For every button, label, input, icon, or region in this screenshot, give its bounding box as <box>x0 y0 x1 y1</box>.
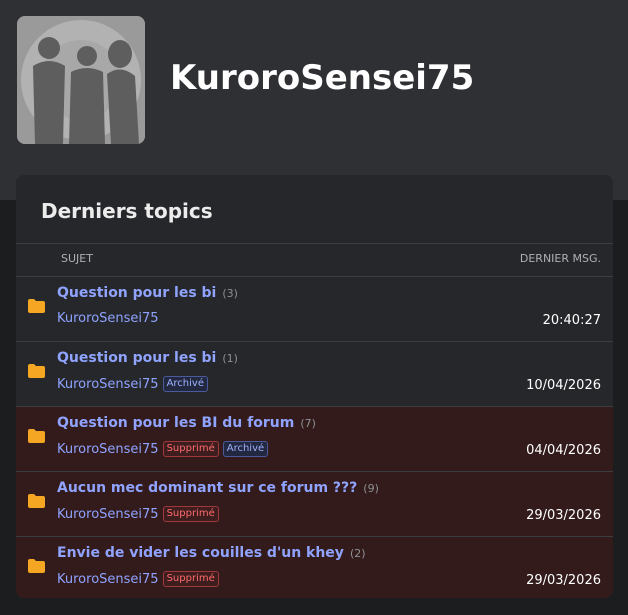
author-line: KuroroSensei75 Archivé <box>57 376 208 392</box>
column-subject: SUJET <box>61 252 93 265</box>
author-line: KuroroSensei75 Supprimé Archivé <box>57 441 269 457</box>
archived-badge: Archivé <box>162 376 208 392</box>
topic-title-link[interactable]: Question pour les bi (1) <box>57 350 238 366</box>
topic-title-text[interactable]: Envie de vider les couilles d'un khey <box>57 545 344 561</box>
author-link[interactable]: KuroroSensei75 <box>57 572 159 587</box>
deleted-badge: Supprimé <box>162 571 219 587</box>
avatar-silhouette-image <box>17 16 145 144</box>
topic-title-text[interactable]: Question pour les BI du forum <box>57 415 294 431</box>
reply-count: (2) <box>349 547 366 560</box>
username-heading: KuroroSensei75 <box>170 58 475 98</box>
deleted-badge: Supprimé <box>162 506 219 522</box>
folder-icon <box>28 429 45 443</box>
table-row: Question pour les bi (3) KuroroSensei75 20:… <box>16 276 613 341</box>
table-header: SUJET DERNIER MSG. <box>16 243 613 277</box>
table-row: Question pour les bi (1) KuroroSensei75 Arc… <box>16 341 613 406</box>
last-message-date[interactable]: 29/03/2026 <box>526 573 601 588</box>
topic-title-link[interactable]: Aucun mec dominant sur ce forum ??? (9) <box>57 480 379 496</box>
folder-icon <box>28 299 45 313</box>
author-link[interactable]: KuroroSensei75 <box>57 377 159 392</box>
column-last-message: DERNIER MSG. <box>519 252 601 265</box>
author-link[interactable]: KuroroSensei75 <box>57 442 159 457</box>
last-message-date[interactable]: 20:40:27 <box>543 313 601 328</box>
table-row: Question pour les BI du forum (7) KuroroSe… <box>16 406 613 471</box>
topic-title-link[interactable]: Envie de vider les couilles d'un khey (2) <box>57 545 366 561</box>
table-row: Envie de vider les couilles d'un khey (2)… <box>16 536 613 598</box>
author-line: KuroroSensei75 <box>57 311 159 326</box>
last-message-date[interactable]: 04/04/2026 <box>526 443 601 458</box>
reply-count: (7) <box>300 417 316 430</box>
last-message-date[interactable]: 10/04/2026 <box>526 378 601 393</box>
topic-title-text[interactable]: Aucun mec dominant sur ce forum ??? <box>57 480 357 496</box>
topic-title-link[interactable]: Question pour les BI du forum (7) <box>57 415 316 431</box>
table-row: Aucun mec dominant sur ce forum ??? (9) Ku… <box>16 471 613 536</box>
topic-title-text[interactable]: Question pour les bi <box>57 285 216 301</box>
author-link[interactable]: KuroroSensei75 <box>57 311 159 326</box>
reply-count: (1) <box>222 352 238 365</box>
topic-title-text[interactable]: Question pour les bi <box>57 350 216 366</box>
topic-title-link[interactable]: Question pour les bi (3) <box>57 285 238 301</box>
folder-icon <box>28 364 45 378</box>
reply-count: (9) <box>363 482 379 495</box>
archived-badge: Archivé <box>222 441 269 457</box>
deleted-badge: Supprimé <box>162 441 219 457</box>
avatar[interactable] <box>17 16 145 144</box>
folder-icon <box>28 494 45 508</box>
reply-count: (3) <box>222 287 238 300</box>
panel-title: Derniers topics <box>41 199 213 223</box>
last-message-date[interactable]: 29/03/2026 <box>526 508 601 523</box>
author-link[interactable]: KuroroSensei75 <box>57 507 159 522</box>
folder-icon <box>28 559 45 573</box>
latest-topics-panel: Derniers topics SUJET DERNIER MSG. Quest… <box>16 175 613 598</box>
author-line: KuroroSensei75 Supprimé <box>57 506 219 522</box>
author-line: KuroroSensei75 Supprimé <box>57 571 219 587</box>
